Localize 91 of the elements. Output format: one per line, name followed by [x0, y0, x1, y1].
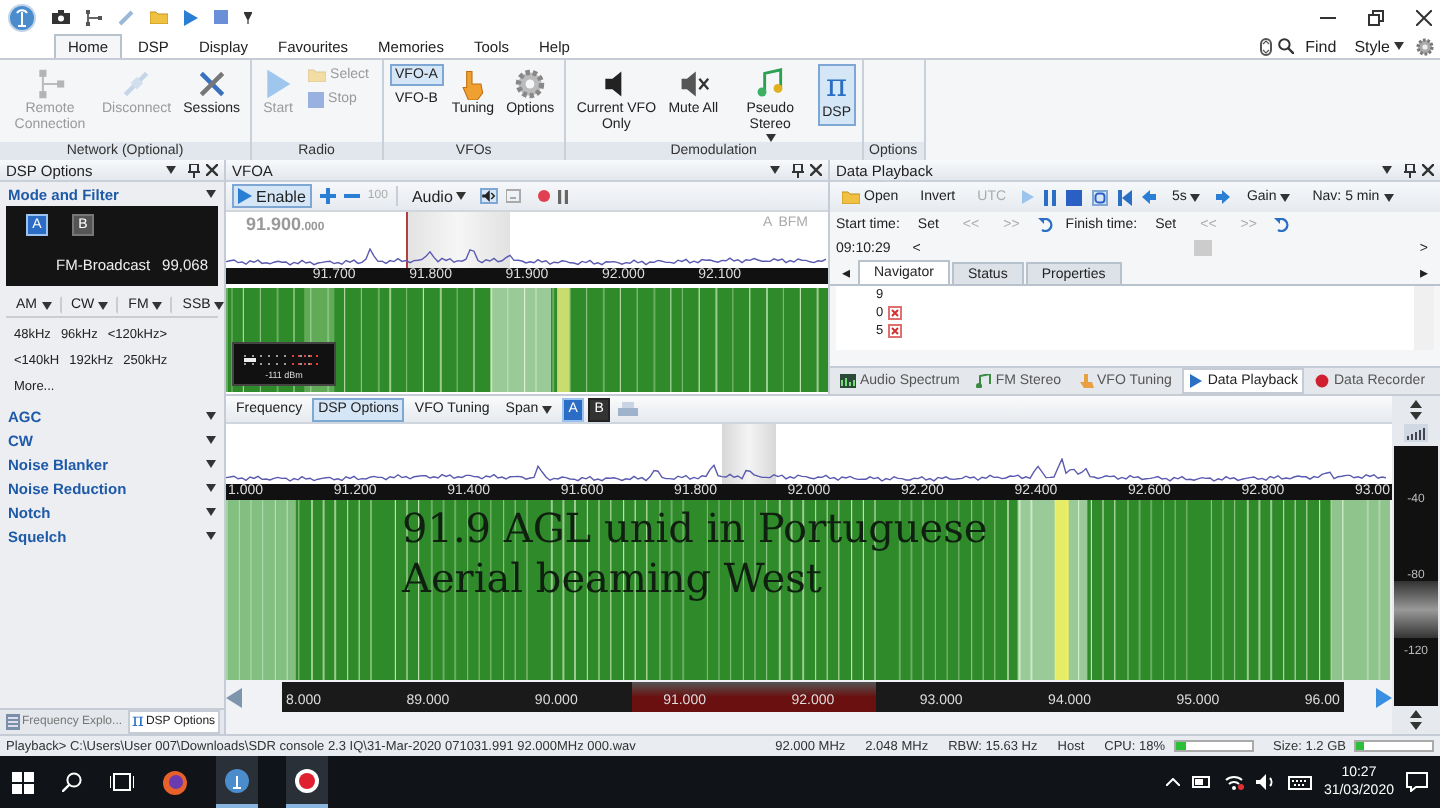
scroll-down-icon[interactable] — [1410, 412, 1422, 420]
chevron-up-icon[interactable] — [1165, 778, 1180, 786]
caret-icon — [1280, 193, 1291, 201]
caret-icon[interactable] — [206, 484, 216, 492]
audio-dropdown[interactable]: Audio — [405, 185, 473, 207]
tab-scroll-button[interactable]: ◂ — [836, 262, 856, 284]
task-view-icon[interactable] — [110, 772, 134, 792]
skip-start-icon[interactable] — [1118, 189, 1133, 205]
record-app-icon[interactable] — [294, 767, 320, 793]
antenna-logo-icon[interactable] — [8, 3, 36, 31]
windows-start-icon[interactable] — [12, 771, 34, 793]
error-icon — [887, 306, 902, 320]
folder-icon — [842, 190, 860, 204]
caret-icon — [98, 301, 109, 309]
play-icon[interactable] — [184, 9, 198, 25]
pin-icon[interactable] — [244, 11, 252, 23]
record-icon — [1314, 374, 1330, 388]
style-button[interactable]: Style — [1348, 35, 1410, 57]
pause-icon[interactable] — [1044, 189, 1057, 205]
undo-icon[interactable] — [1037, 217, 1054, 231]
battery-icon[interactable] — [1191, 776, 1212, 788]
search-icon[interactable] — [62, 772, 82, 792]
play-icon — [262, 68, 295, 100]
bar-chart-icon — [840, 374, 856, 388]
close-icon[interactable] — [1416, 9, 1432, 25]
caret-icon[interactable] — [206, 460, 216, 468]
keyboard-icon[interactable] — [1287, 775, 1312, 789]
dropdown-icon[interactable] — [1382, 166, 1392, 174]
caret-icon — [214, 301, 224, 309]
dropdown-icon[interactable] — [770, 166, 780, 174]
caret-icon[interactable] — [206, 532, 216, 540]
caret-icon — [41, 301, 51, 309]
network-icon[interactable] — [86, 9, 102, 25]
record-icon[interactable] — [538, 190, 551, 202]
vertical-scrollbar[interactable] — [1414, 286, 1434, 350]
pin-icon[interactable] — [188, 163, 200, 177]
camera-icon[interactable] — [52, 10, 70, 24]
network-icon — [34, 68, 66, 100]
find-button[interactable]: Find — [1299, 35, 1343, 57]
tools-icon — [195, 68, 228, 100]
scroll-up-icon[interactable] — [1410, 400, 1422, 408]
caret-icon — [1383, 193, 1394, 201]
loop-icon[interactable] — [1092, 189, 1109, 205]
play-icon — [238, 188, 252, 204]
caret-icon[interactable] — [206, 508, 216, 516]
folder-icon — [308, 68, 327, 82]
wifi-icon[interactable] — [1223, 774, 1244, 790]
antenna-app-icon[interactable] — [224, 767, 250, 793]
play-icon — [1187, 374, 1204, 388]
caret-icon — [1190, 193, 1201, 201]
close-icon[interactable] — [1422, 164, 1434, 176]
close-icon[interactable] — [810, 164, 822, 176]
music-note-icon — [754, 68, 787, 100]
pin-icon[interactable] — [792, 163, 804, 177]
pin-icon[interactable] — [1404, 163, 1416, 177]
restore-icon[interactable] — [1368, 9, 1384, 25]
muted-speaker-icon — [677, 68, 710, 100]
minus-icon[interactable] — [343, 188, 360, 204]
gear-icon — [514, 68, 547, 100]
notification-icon[interactable] — [1406, 772, 1428, 792]
plus-icon[interactable] — [319, 188, 336, 204]
error-icon — [887, 324, 902, 338]
caret-icon[interactable] — [206, 436, 216, 444]
scroll-down-icon[interactable] — [1410, 722, 1422, 730]
undo-icon[interactable] — [1274, 217, 1291, 231]
music-note-icon — [975, 374, 992, 388]
browser-icon[interactable] — [162, 769, 188, 795]
speaker-icon[interactable] — [480, 188, 499, 204]
search-icon[interactable] — [1277, 38, 1294, 54]
filter-passband — [406, 212, 510, 268]
volume-icon[interactable] — [1255, 774, 1276, 790]
stop-icon — [308, 91, 325, 107]
scroll-up-icon[interactable] — [1410, 710, 1422, 718]
gear-icon[interactable] — [1416, 37, 1434, 55]
tab-scroll-button[interactable]: ▸ — [1414, 262, 1434, 284]
caret-icon — [1394, 42, 1404, 50]
stop-icon[interactable] — [1066, 189, 1083, 205]
chart-icon[interactable] — [1404, 424, 1428, 442]
caret-icon — [542, 405, 553, 413]
forward-arrow-icon[interactable] — [1216, 190, 1231, 204]
caret-icon — [456, 192, 467, 200]
pause-icon[interactable] — [558, 189, 569, 203]
back-arrow-icon[interactable] — [1142, 190, 1157, 204]
enable-button[interactable]: Enable — [232, 184, 312, 208]
toggle-icon[interactable] — [1259, 37, 1272, 55]
caret-icon[interactable] — [206, 190, 216, 198]
caret-icon — [152, 301, 163, 309]
close-icon[interactable] — [206, 164, 218, 176]
caret-icon[interactable] — [206, 412, 216, 420]
filter-passband — [721, 424, 776, 484]
dropdown-icon[interactable] — [166, 166, 176, 174]
